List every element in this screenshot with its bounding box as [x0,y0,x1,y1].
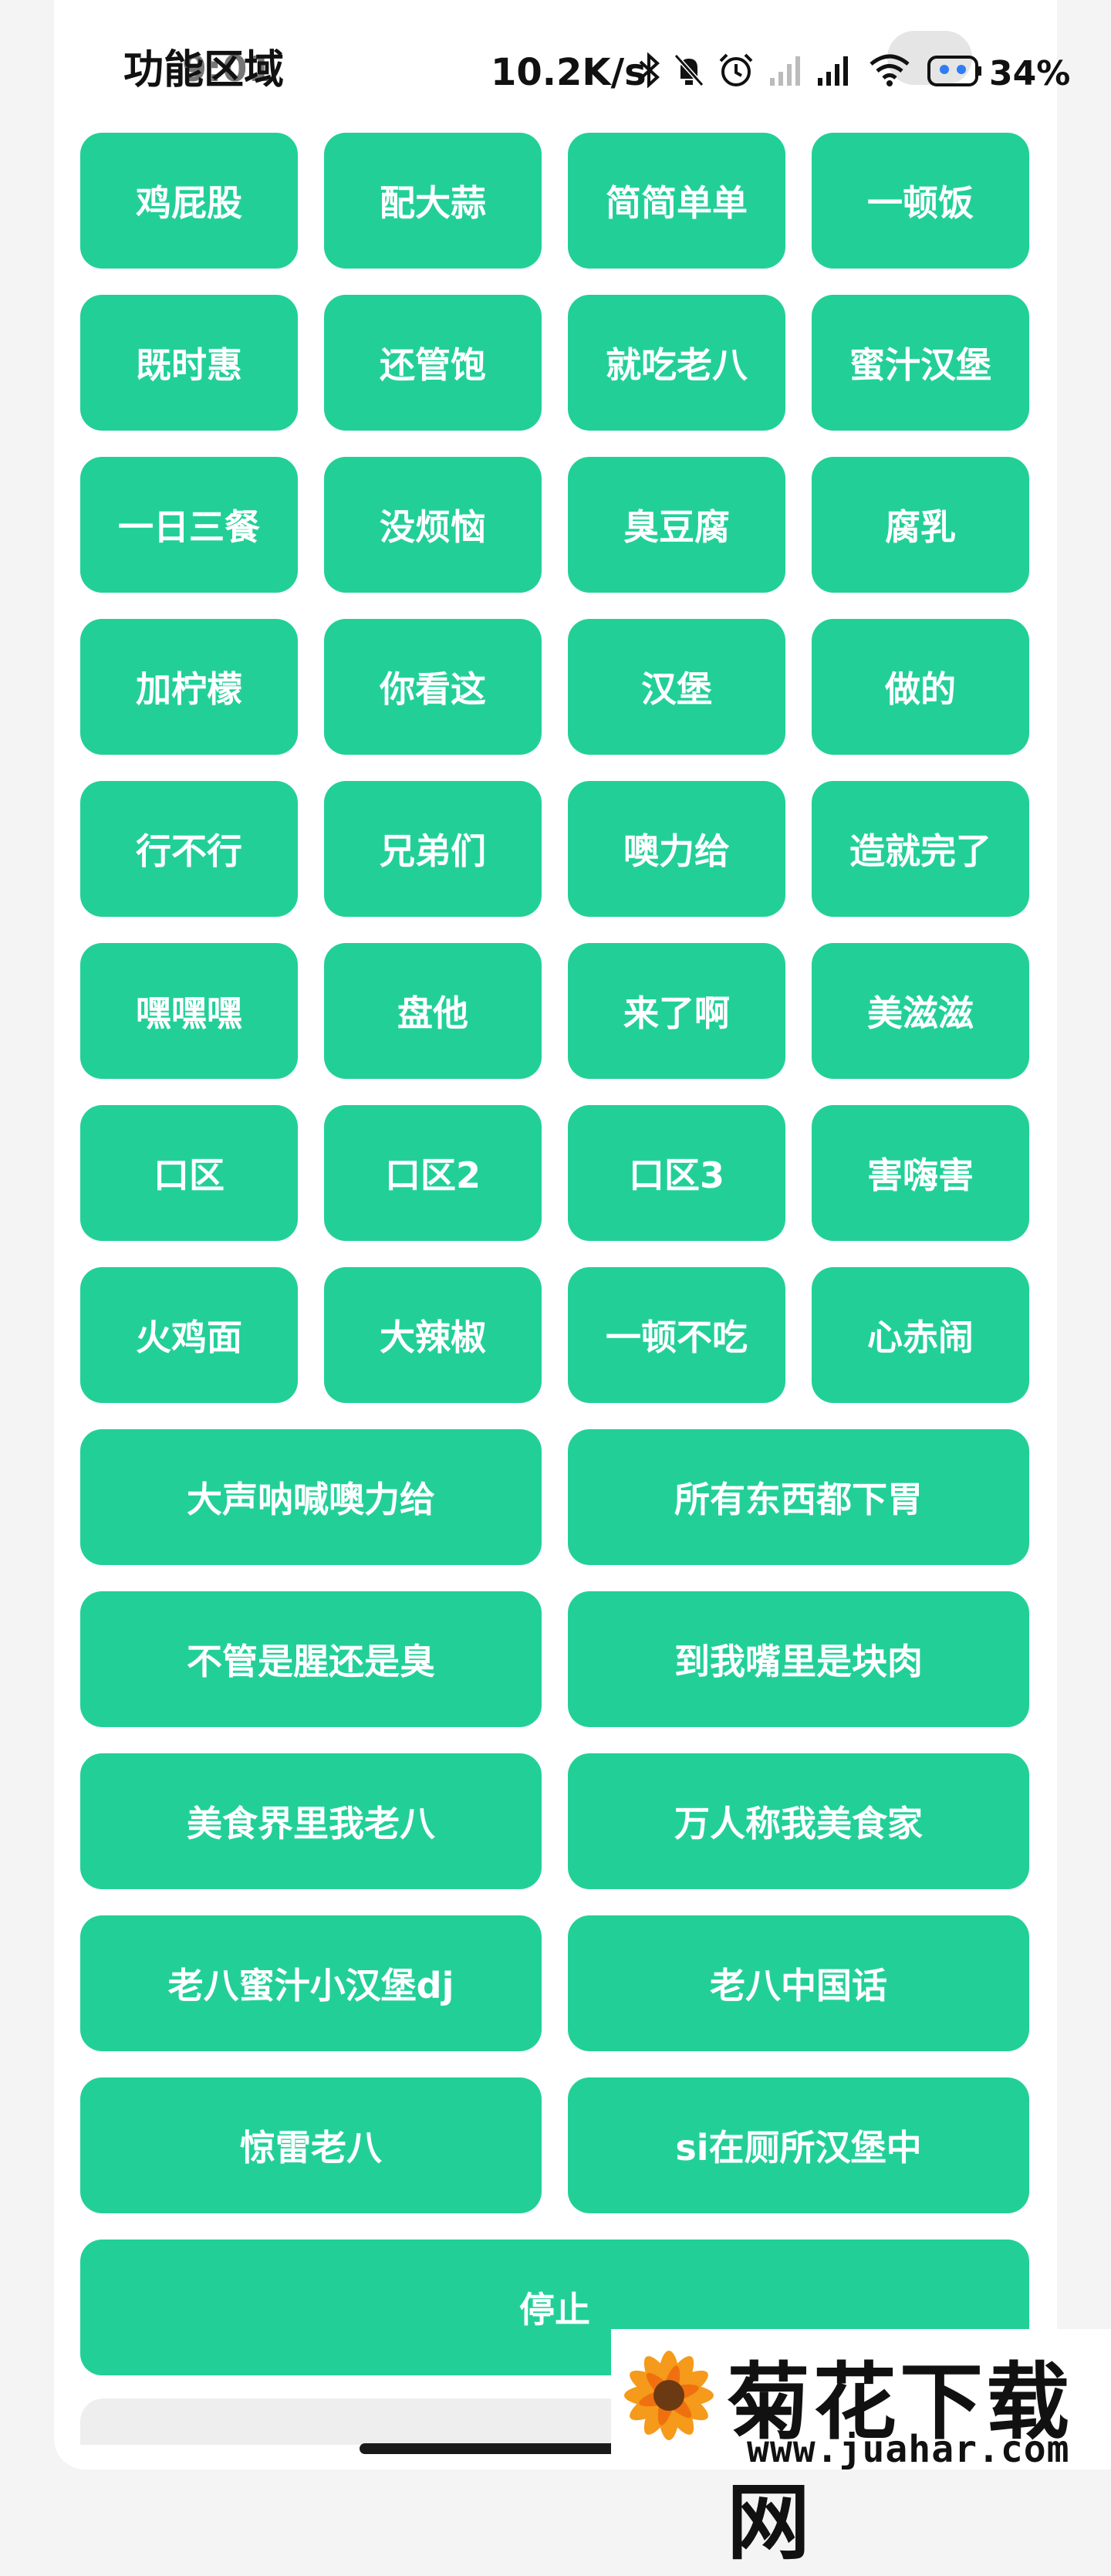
sound-button[interactable]: 臭豆腐 [568,457,785,593]
sound-button[interactable]: 口区2 [324,1105,542,1241]
wifi-icon [869,51,910,90]
flower-logo-icon [611,2334,727,2468]
sound-button[interactable]: 大辣椒 [324,1267,542,1403]
sound-button[interactable]: 加柠檬 [80,619,298,755]
sound-button-wide[interactable]: 所有东西都下胃 [568,1429,1029,1565]
sound-button[interactable]: 火鸡面 [80,1267,298,1403]
sound-button[interactable]: 简简单单 [568,133,785,269]
sound-button-wide[interactable]: si在厕所汉堡中 [568,2077,1029,2213]
sound-button[interactable]: 行不行 [80,781,298,917]
sound-button[interactable]: 害嗨害 [812,1105,1029,1241]
sound-button-wide[interactable]: 到我嘴里是块肉 [568,1591,1029,1727]
sound-button[interactable]: 来了啊 [568,943,785,1079]
mute-icon [673,51,705,90]
sound-button[interactable]: 还管饱 [324,295,542,431]
sound-button-wide[interactable]: 万人称我美食家 [568,1753,1029,1889]
sound-button[interactable]: 造就完了 [812,781,1029,917]
sound-button[interactable]: 你看这 [324,619,542,755]
signal-icon [816,51,852,90]
sound-button[interactable]: 没烦恼 [324,457,542,593]
sound-button[interactable]: 蜜汁汉堡 [812,295,1029,431]
sound-button-wide[interactable]: 惊雷老八 [80,2077,542,2213]
sound-button[interactable]: 配大蒜 [324,133,542,269]
sound-button-wide[interactable]: 大声呐喊噢力给 [80,1429,542,1565]
status-bar: 9:01 功能区域 10.2K/s 34% [0,0,1111,154]
sound-button[interactable]: 盘他 [324,943,542,1079]
sound-button-wide[interactable]: 美食界里我老八 [80,1753,542,1889]
sound-button[interactable]: 口区 [80,1105,298,1241]
sound-button[interactable]: 心赤闹 [812,1267,1029,1403]
sound-button-wide[interactable]: 老八蜜汁小汉堡dj [80,1915,542,2051]
watermark-url: www.juahar.com [747,2428,1070,2471]
bluetooth-icon [637,51,660,90]
sound-button[interactable]: 兄弟们 [324,781,542,917]
sound-button[interactable]: 一顿饭 [812,133,1029,269]
sound-button[interactable]: 噢力给 [568,781,785,917]
sound-button[interactable]: 腐乳 [812,457,1029,593]
sound-button-grid: 鸡屁股 配大蒜 简简单单 一顿饭既时惠 还管饱 就吃老八 蜜汁汉堡一日三餐 没烦恼 臭豆腐 腐乳加… [80,133,1031,2375]
network-speed: 10.2K/s [491,51,647,94]
sound-button-wide[interactable]: 不管是腥还是臭 [80,1591,542,1727]
sound-button[interactable]: 美滋滋 [812,943,1029,1079]
sound-button[interactable]: 口区3 [568,1105,785,1241]
signal-icon [768,51,804,90]
sound-button[interactable]: 鸡屁股 [80,133,298,269]
sound-button[interactable]: 既时惠 [80,295,298,431]
page-title: 功能区域 [123,47,285,93]
alarm-icon [718,51,755,90]
battery-level: 34% [989,54,1071,93]
sound-button[interactable]: 就吃老八 [568,295,785,431]
sound-button[interactable]: 汉堡 [568,619,785,755]
sound-button[interactable]: 一日三餐 [80,457,298,593]
sound-button-wide[interactable]: 老八中国话 [568,1915,1029,2051]
sound-button[interactable]: 嘿嘿嘿 [80,943,298,1079]
sound-button[interactable]: 一顿不吃 [568,1267,785,1403]
watermark: 菊花下载网 www.juahar.com [611,2329,1111,2571]
robot-icon [926,51,983,90]
sound-button[interactable]: 做的 [812,619,1029,755]
